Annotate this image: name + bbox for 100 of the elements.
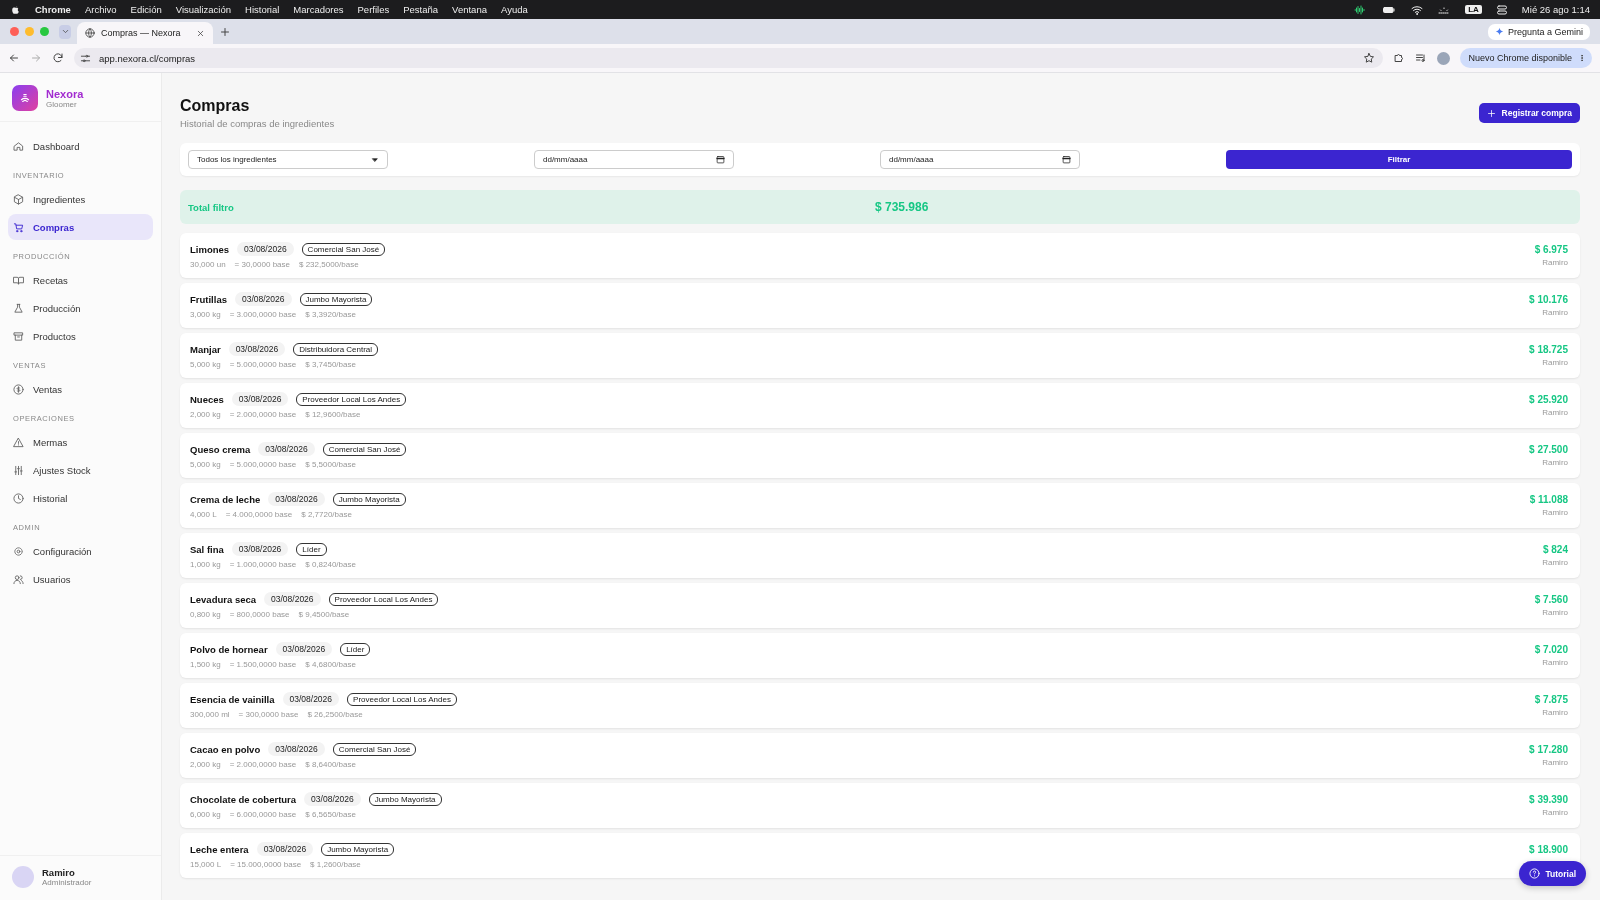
keyboard-layout-indicator[interactable]: LA xyxy=(1465,5,1482,14)
box-icon xyxy=(13,193,24,205)
flask-icon xyxy=(13,302,24,314)
unit-price-text: $ 9,4500/base xyxy=(298,610,350,619)
supplier-tag: Líder xyxy=(340,642,371,656)
purchase-row[interactable]: Cacao en polvo 03/08/2026 Comercial San José 2,000 kg = 2.000,0000 base $ 8,6400/base $ 17.280 Ramiro xyxy=(180,733,1580,778)
page-title: Compras xyxy=(180,97,251,115)
unit-price-text: $ 26,2500/base xyxy=(307,710,363,719)
sidebar-item[interactable]: Ventas xyxy=(8,376,153,402)
user-role: Administrador xyxy=(42,878,92,887)
purchase-row[interactable]: Manjar 03/08/2026 Distribuidora Central 5,000 kg = 5.000,0000 base $ 3,7450/base $ 18.725 Ramiro xyxy=(180,333,1580,378)
sidebar-item[interactable]: Configuración xyxy=(8,538,153,564)
reload-icon[interactable] xyxy=(52,52,64,64)
ingredient-name: Crema de leche xyxy=(190,493,261,505)
ingredient-select[interactable]: Todos los ingredientes xyxy=(188,150,388,169)
purchase-total: $ 25.920 xyxy=(1529,394,1568,405)
unit-price-text: $ 232,5000/base xyxy=(299,260,359,269)
date-chip: 03/08/2026 xyxy=(228,342,286,356)
supplier-tag: Proveedor Local Los Andes xyxy=(328,592,439,606)
purchase-user: Ramiro xyxy=(1542,508,1568,517)
menu-item[interactable]: Pestaña xyxy=(403,4,439,15)
puzzle-icon[interactable] xyxy=(1393,52,1406,64)
menu-item[interactable]: Visualización xyxy=(175,4,232,15)
quantity-text: 1,500 kg xyxy=(190,660,221,669)
menu-item[interactable]: Marcadores xyxy=(293,4,344,15)
home-icon xyxy=(13,140,24,152)
menubar-clock[interactable]: Mié 26 ago 1:14 xyxy=(1521,4,1590,15)
purchase-row[interactable]: Polvo de hornear 03/08/2026 Líder 1,500 kg = 1.500,0000 base $ 4,6800/base $ 7.020 Ramiro xyxy=(180,633,1580,678)
back-icon[interactable] xyxy=(8,52,20,64)
supplier-tag: Jumbo Mayorista xyxy=(299,292,373,306)
sidebar-item[interactable]: Dashboard xyxy=(8,133,153,159)
dollar-coin-icon xyxy=(13,383,24,395)
tutorial-button[interactable]: Tutorial xyxy=(1519,861,1586,886)
date-chip: 03/08/2026 xyxy=(258,442,315,456)
purchase-row[interactable]: Crema de leche 03/08/2026 Jumbo Mayorista 4,000 L = 4.000,0000 base $ 2,7720/base $ 11.088 Ramiro xyxy=(180,483,1580,528)
tab-list-button[interactable] xyxy=(59,24,71,39)
purchase-row[interactable]: Esencia de vainilla 03/08/2026 Proveedor Local Los Andes 300,000 ml = 300,0000 base $ 26,2500/base $ 7.875 Ramiro xyxy=(180,683,1580,728)
quantity-text: 2,000 kg xyxy=(190,410,221,419)
date-chip: 03/08/2026 xyxy=(234,292,292,306)
register-purchase-button[interactable]: Registrar compra xyxy=(1478,103,1580,123)
gemini-button[interactable]: Pregunta a Gemini xyxy=(1487,23,1590,40)
menu-item[interactable]: Perfiles xyxy=(357,4,390,15)
ingredient-name: Polvo de hornear xyxy=(190,643,268,655)
control-center-icon[interactable] xyxy=(1495,3,1508,16)
date-chip: 03/08/2026 xyxy=(256,842,314,856)
sidebar-item[interactable]: Historial xyxy=(8,485,153,511)
apple-icon[interactable] xyxy=(10,3,21,16)
base-amount-text: = 800,0000 base xyxy=(229,610,290,619)
more-icon[interactable] xyxy=(1578,53,1586,63)
browser-tab[interactable]: Compras — Nexora xyxy=(77,22,213,44)
sliders-icon xyxy=(13,464,24,476)
supplier-tag: Distribuidora Central xyxy=(293,342,379,356)
wifi-icon[interactable] xyxy=(1411,3,1424,16)
date-chip: 03/08/2026 xyxy=(268,742,325,756)
sidebar-item[interactable]: Ajustes Stock xyxy=(8,457,153,483)
menu-item[interactable]: Ventana xyxy=(452,4,487,15)
purchase-user: Ramiro xyxy=(1542,258,1568,267)
address-bar[interactable]: app.nexora.cl/compras xyxy=(74,48,1384,68)
calendar-icon xyxy=(716,155,725,164)
sidebar-item[interactable]: Producción xyxy=(8,295,153,321)
sidebar-item[interactable]: Productos xyxy=(8,323,153,349)
unit-price-text: $ 3,7450/base xyxy=(305,360,356,369)
purchase-row[interactable]: Limones 03/08/2026 Comercial San José 30,000 un = 30,0000 base $ 232,5000/base $ 6.975 Ramiro xyxy=(180,233,1580,278)
menu-item[interactable]: Edición xyxy=(130,4,162,15)
purchase-row[interactable]: Frutillas 03/08/2026 Jumbo Mayorista 3,000 kg = 3.000,0000 base $ 3,3920/base $ 10.176 Ramiro xyxy=(180,283,1580,328)
waveform-icon[interactable] xyxy=(1353,3,1368,16)
purchase-row[interactable]: Sal fina 03/08/2026 Líder 1,000 kg = 1.000,0000 base $ 0,8240/base $ 824 Ramiro xyxy=(180,533,1580,578)
sidebar-item[interactable]: Recetas xyxy=(8,267,153,293)
tab-title: Compras — Nexora xyxy=(101,28,182,38)
site-settings-icon[interactable] xyxy=(80,52,91,64)
menu-item[interactable]: Chrome xyxy=(35,4,71,15)
help-icon xyxy=(1529,868,1541,879)
update-chrome-button[interactable]: Nuevo Chrome disponible xyxy=(1460,48,1592,68)
star-icon[interactable] xyxy=(1363,52,1376,64)
close-icon[interactable] xyxy=(196,28,205,38)
sidebar-item[interactable]: Compras xyxy=(8,214,153,240)
base-amount-text: = 4.000,0000 base xyxy=(225,510,293,519)
purchase-row[interactable]: Nueces 03/08/2026 Proveedor Local Los Andes 2,000 kg = 2.000,0000 base $ 12,9600/base $ 25.920 Ramiro xyxy=(180,383,1580,428)
sidebar-item[interactable]: Usuarios xyxy=(8,566,153,592)
base-amount-text: = 15.000,0000 base xyxy=(230,860,302,869)
date-field[interactable]: dd/mm/aaaa xyxy=(534,150,734,169)
purchase-total: $ 18.900 xyxy=(1529,844,1568,855)
menu-item[interactable]: Historial xyxy=(245,4,280,15)
sidebar-item[interactable]: Ingredientes xyxy=(8,186,153,212)
menu-item[interactable]: Archivo xyxy=(84,4,117,15)
purchase-row[interactable]: Levadura seca 03/08/2026 Proveedor Local Los Andes 0,800 kg = 800,0000 base $ 9,4500/base $ 7.560 Ramiro xyxy=(180,583,1580,628)
purchase-row[interactable]: Queso crema 03/08/2026 Comercial San José 5,000 kg = 5.000,0000 base $ 5,5000/base $ 27.500 Ramiro xyxy=(180,433,1580,478)
menu-item[interactable]: Ayuda xyxy=(500,4,528,15)
date-field[interactable]: dd/mm/aaaa xyxy=(880,150,1080,169)
date-chip: 03/08/2026 xyxy=(304,792,361,806)
playlist-icon[interactable] xyxy=(1415,52,1428,64)
cart-icon xyxy=(13,221,24,233)
purchase-row[interactable]: Chocolate de cobertura 03/08/2026 Jumbo Mayorista 6,000 kg = 6.000,0000 base $ 6,5650/base $ 39.390 Ramiro xyxy=(180,783,1580,828)
users-icon xyxy=(13,573,24,585)
ingredient-name: Limones xyxy=(190,243,230,255)
sidebar-item[interactable]: Mermas xyxy=(8,429,153,455)
new-tab-icon[interactable] xyxy=(219,25,231,38)
filter-button[interactable]: Filtrar xyxy=(1226,150,1572,169)
ingredient-name: Levadura seca xyxy=(190,593,256,605)
supplier-tag: Jumbo Mayorista xyxy=(332,492,406,506)
